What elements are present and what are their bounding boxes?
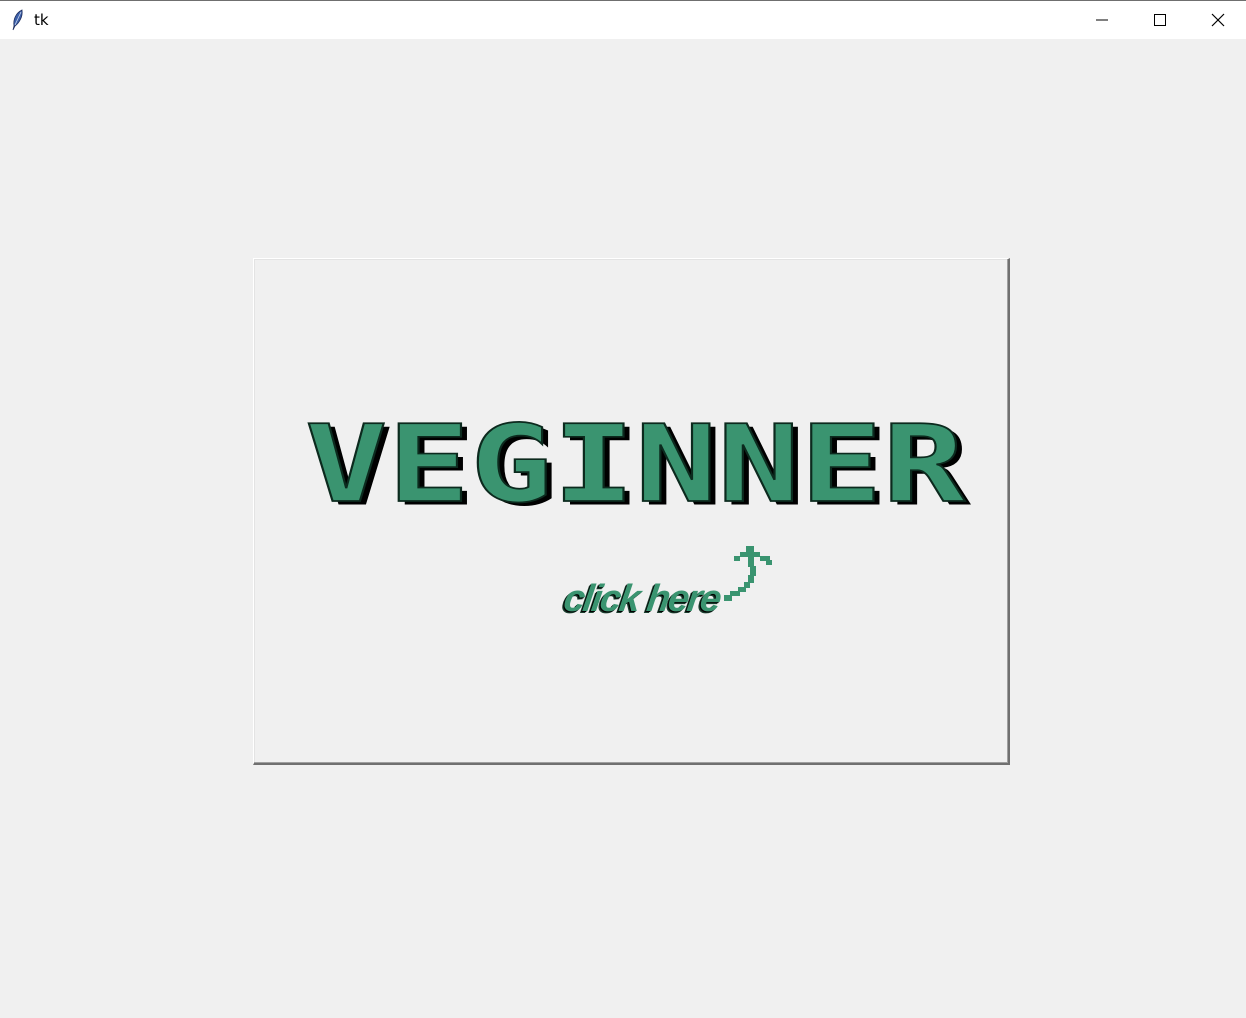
minimize-button[interactable] [1073,1,1131,39]
logo-text: VEGINNER [305,415,965,527]
click-hint: click here [561,544,794,624]
title-bar[interactable]: tk [0,1,1246,39]
tk-feather-icon [12,9,23,31]
veginner-logo: VEGINNER VEGINNER [304,415,971,527]
window-title: tk [34,11,49,29]
maximize-button[interactable] [1131,1,1189,39]
app-window: tk VEGINNER VEGINNER click here [0,0,1246,1018]
client-area: VEGINNER VEGINNER click here [0,39,1246,1018]
click-here-label: click here [561,578,723,620]
maximize-icon [1154,14,1166,26]
minimize-icon [1096,19,1108,21]
curved-arrow-up-icon [724,546,772,601]
close-icon [1211,13,1225,27]
close-button[interactable] [1189,1,1246,39]
veginner-image-button[interactable]: VEGINNER VEGINNER click here [253,258,1010,765]
